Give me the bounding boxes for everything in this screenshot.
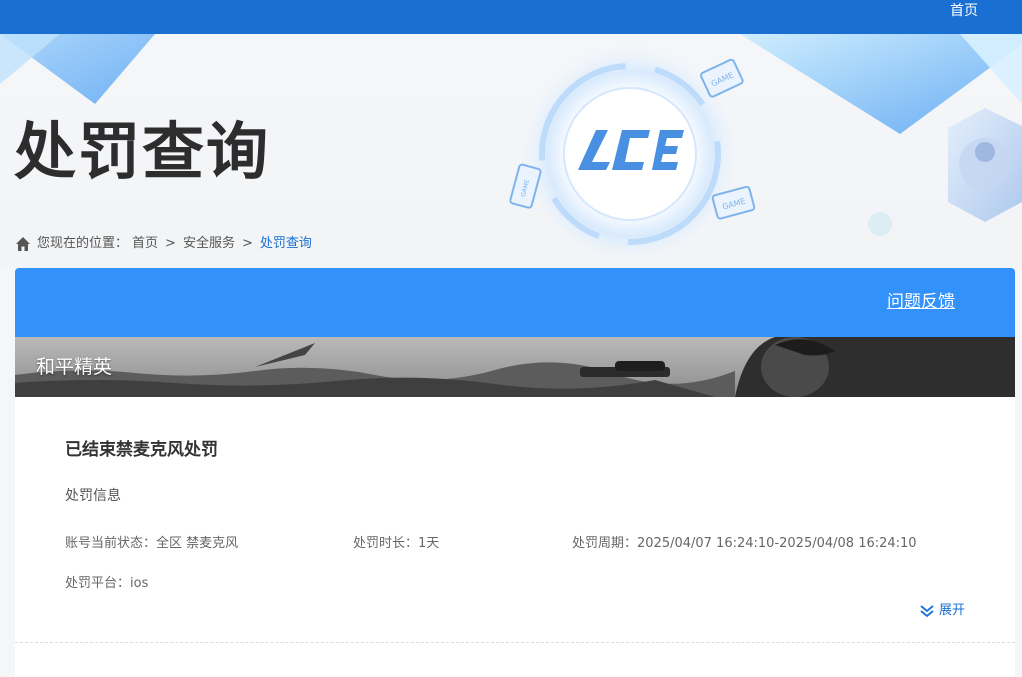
breadcrumb-security-service[interactable]: 安全服务 [183,235,235,253]
top-nav-bar: 首页 [0,0,1022,34]
breadcrumb-current: 处罚查询 [259,236,312,251]
breadcrumb: 您现在的位置： 首页 > 安全服务 > 处罚查询 [15,235,312,253]
breadcrumb-prefix: 您现在的位置： [37,236,129,251]
penalty-record: 已结束禁麦克风处罚 处罚信息 账号当前状态：全区 禁麦克风 处罚时长：1天 处罚… [15,397,1015,647]
card-header: 问题反馈 [15,268,1015,337]
breadcrumb-home[interactable]: 首页 [132,235,158,253]
account-status: 账号当前状态：全区 禁麦克风 [65,536,239,551]
expand-toggle[interactable]: 展开 [919,602,965,620]
penalty-platform: 处罚平台：ios [65,576,149,591]
breadcrumb-separator: > [241,236,253,251]
record-subtitle: 处罚信息 [65,488,121,504]
expand-label: 展开 [938,603,965,618]
game-name: 和平精英 [36,356,113,378]
penalty-card: 问题反馈 和平精英 已结束禁麦克风处罚 处罚信息 账号当前状态：全区 禁麦克风 [15,268,1015,677]
page-title: 处罚查询 [14,115,271,188]
penalty-period: 处罚周期：2025/04/07 16:24:10-2025/04/08 16:2… [572,536,917,551]
record-title: 已结束禁麦克风处罚 [65,440,218,460]
breadcrumb-separator: > [165,236,176,251]
top-nav-home-link[interactable]: 首页 [950,2,978,20]
feedback-link[interactable]: 问题反馈 [887,291,955,313]
record-divider [15,642,1015,643]
home-icon [16,237,30,251]
game-banner: 和平精英 [15,337,1015,397]
hero-banner: GAME GAME GAME 处罚查询 您现在的位置： 首页 > 安全服务 > … [0,34,1022,268]
penalty-duration: 处罚时长：1天 [353,536,440,551]
game-banner-art [15,337,1015,397]
double-chevron-down-icon [920,605,934,618]
